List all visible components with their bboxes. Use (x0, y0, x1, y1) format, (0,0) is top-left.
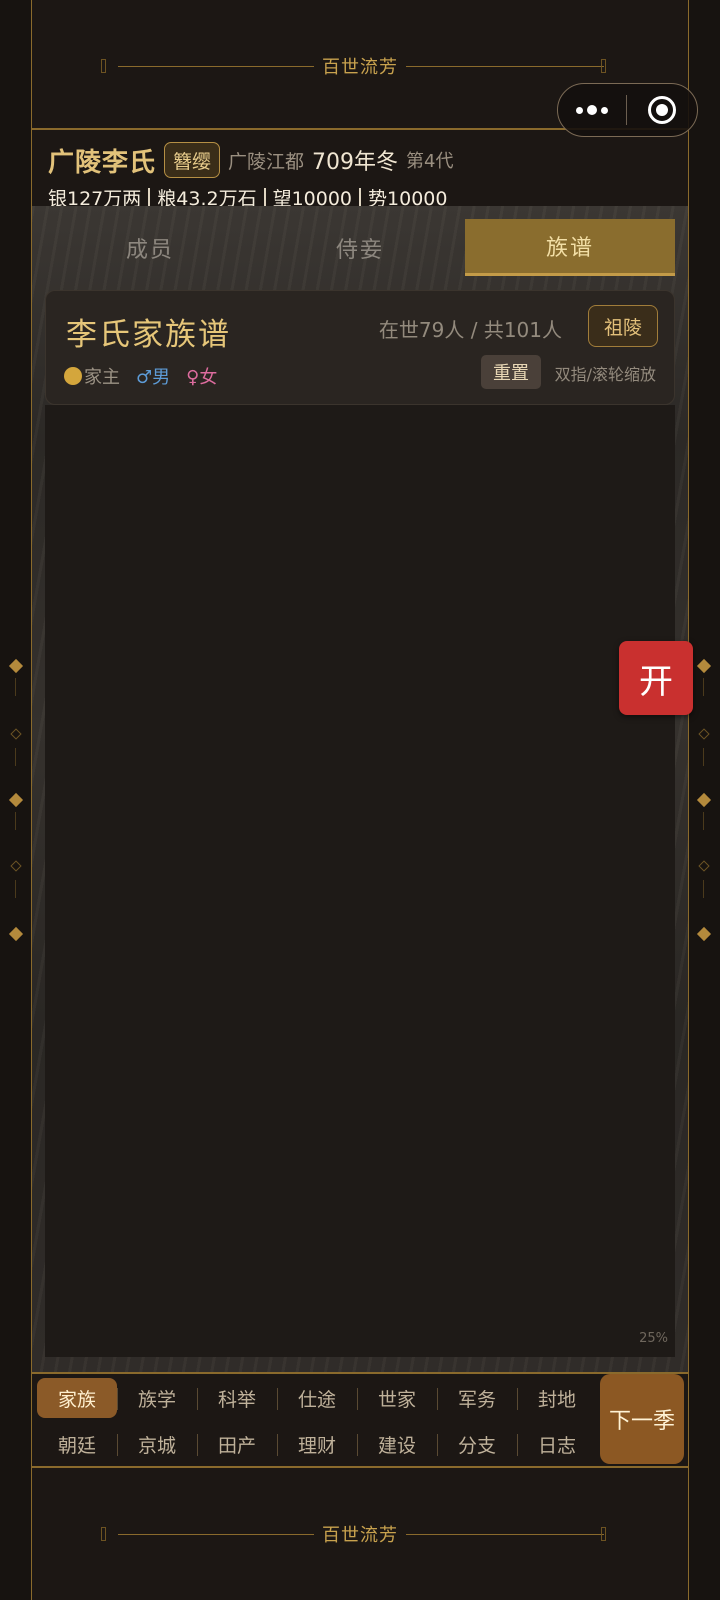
game-date: 709年冬 (312, 150, 399, 175)
banner-cap-left (101, 59, 106, 73)
banner-title: 百世流芳 (314, 1521, 406, 1547)
tab-genealogy[interactable]: 族谱 (465, 219, 675, 276)
tab-members[interactable]: 成员 (45, 219, 255, 276)
genealogy-title: 李氏家族谱 (66, 317, 231, 353)
zoom-level: 25% (639, 1331, 668, 1346)
genealogy-header-card: 李氏家族谱 在世79人 / 共101人 祖陵 家主 ♂男 ♀女 重置 双指/滚轮… (45, 290, 675, 405)
generation: 第4代 (406, 151, 454, 172)
ornament-dash (703, 678, 704, 696)
tab-bar: 成员 侍妾 族谱 (45, 219, 675, 276)
reset-button[interactable]: 重置 (481, 355, 541, 389)
nav-row-2: 朝廷 京城 田产 理财 建设 分支 日志 (37, 1421, 597, 1467)
family-tree-canvas[interactable] (45, 405, 675, 1357)
clan-place: 广陵江都 (228, 150, 305, 173)
next-season-button[interactable]: 下一季 (600, 1374, 684, 1464)
legend-male: ♂男 (136, 367, 171, 388)
nav-court[interactable]: 朝廷 (37, 1424, 117, 1464)
nav-military[interactable]: 军务 (437, 1378, 517, 1418)
head-dot-icon (64, 367, 82, 385)
legend: 家主 ♂男 ♀女 (64, 363, 217, 389)
nav-estates[interactable]: 田产 (197, 1424, 277, 1464)
ancestral-tomb-button[interactable]: 祖陵 (588, 305, 658, 347)
banner-cap-right (601, 59, 606, 73)
ornament-dash (703, 812, 704, 830)
nav-capital[interactable]: 京城 (117, 1424, 197, 1464)
banner-title: 百世流芳 (314, 53, 406, 79)
target-icon[interactable] (627, 96, 697, 124)
legend-female: ♀女 (186, 367, 218, 388)
nav-noble-families[interactable]: 世家 (357, 1378, 437, 1418)
nav-construction[interactable]: 建设 (357, 1424, 437, 1464)
more-dots-icon[interactable] (558, 84, 626, 136)
clan-name: 广陵李氏 (48, 147, 157, 178)
frame-line-right (688, 0, 689, 1600)
nav-clan-school[interactable]: 族学 (117, 1378, 197, 1418)
nav-fief[interactable]: 封地 (517, 1378, 597, 1418)
nav-exam[interactable]: 科举 (197, 1378, 277, 1418)
bottom-banner: 百世流芳 (32, 1514, 688, 1554)
ornament-dash (15, 880, 16, 898)
nav-row-1: 家族 族学 科举 仕途 世家 军务 封地 (37, 1375, 597, 1421)
mini-program-capsule[interactable] (557, 83, 698, 137)
nav-grid: 家族 族学 科举 仕途 世家 军务 封地 朝廷 京城 田产 理财 建设 分支 日… (37, 1374, 597, 1470)
zoom-hint: 双指/滚轮缩放 (554, 365, 656, 384)
nav-log[interactable]: 日志 (517, 1424, 597, 1464)
ornament-dash (15, 812, 16, 830)
member-count: 在世79人 / 共101人 (378, 318, 562, 342)
banner-cap-left (101, 1527, 106, 1541)
bottom-nav: 家族 族学 科举 仕途 世家 军务 封地 朝廷 京城 田产 理财 建设 分支 日… (32, 1372, 688, 1468)
tab-concubines[interactable]: 侍妾 (255, 219, 465, 276)
ornament-dash (703, 748, 704, 766)
nav-branches[interactable]: 分支 (437, 1424, 517, 1464)
ornament-dash (15, 678, 16, 696)
open-float-button[interactable]: 开 (619, 641, 693, 715)
legend-head: 家主 (84, 367, 120, 388)
ornament-dash (703, 880, 704, 898)
nav-family[interactable]: 家族 (37, 1378, 117, 1418)
banner-cap-right (601, 1527, 606, 1541)
top-banner: 百世流芳 (32, 46, 688, 86)
rank-badge: 簪缨 (164, 142, 221, 178)
ornament-dash (15, 748, 16, 766)
clan-info-row: 广陵李氏 簪缨 广陵江都 709年冬 第4代 (48, 140, 454, 180)
nav-career[interactable]: 仕途 (277, 1378, 357, 1418)
nav-finance[interactable]: 理财 (277, 1424, 357, 1464)
